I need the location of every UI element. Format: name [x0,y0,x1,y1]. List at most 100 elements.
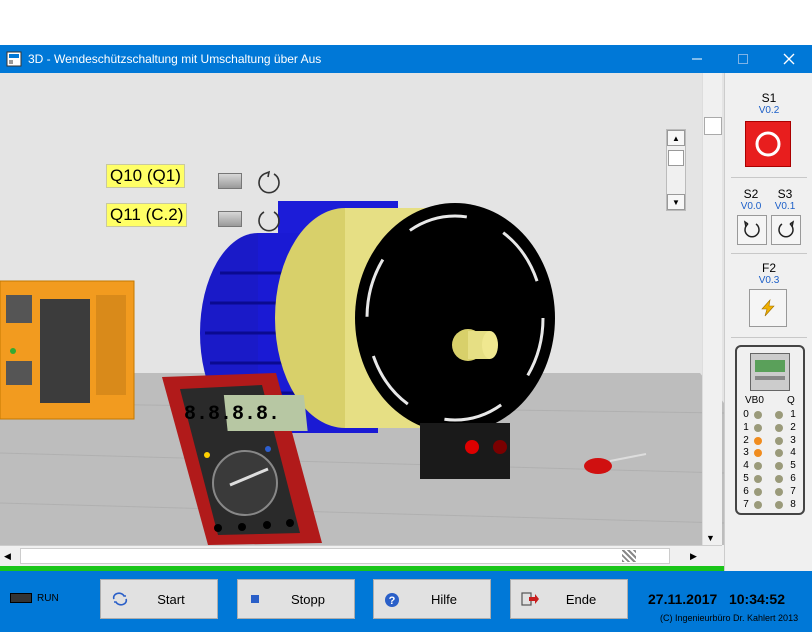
stop-button[interactable]: Stopp [237,579,355,619]
input-led [754,475,762,483]
input-number: 4 [743,460,749,472]
q10-status-indicator [218,173,242,189]
input-led [754,423,762,432]
s1-label: S1 [761,91,777,105]
f2-button[interactable] [749,289,787,327]
title-bar: 3D - Wendeschützschaltung mit Umschaltun… [0,45,812,73]
s1-address: V0.2 [758,105,780,116]
io-header-outputs: Q [787,395,795,406]
3d-viewport[interactable]: 8.8.8.8. Q10 (Q1) Q11 (C.2) ▲ ▼ [0,73,724,545]
stop-square-icon [251,595,259,603]
scroll-right-arrow[interactable]: ▶ [690,551,697,562]
scroll-grip [622,550,636,562]
help-icon: ? [385,593,399,607]
close-button[interactable] [766,45,812,73]
input-led [754,462,762,471]
label-q11: Q11 (C.2) [106,203,188,227]
plc-device [0,280,135,420]
scroll-left-arrow[interactable]: ◀ [4,551,11,562]
input-led [754,449,762,458]
svg-text:?: ? [389,595,396,607]
horizontal-scroll-thumb[interactable] [20,548,670,564]
maximize-button[interactable] [720,45,766,73]
vertical-scroll-thumb[interactable] [704,117,722,135]
window-title: 3D - Wendeschützschaltung mit Umschaltun… [28,52,322,66]
output-led [775,462,783,471]
s3-button[interactable] [771,215,801,245]
3d-scene: 8.8.8.8. [0,73,724,545]
rotate-icon-q11 [258,211,280,232]
end-button[interactable]: Ende [510,579,628,619]
input-led [754,500,762,509]
viewport-horizontal-scrollbar[interactable]: ◀ ▶ [0,545,722,565]
datetime: 27.11.2017 10:34:52 [648,591,786,607]
zoom-scrollbar[interactable]: ▲ ▼ [666,129,686,211]
output-number: 5 [790,460,796,472]
maximize-icon [738,54,748,64]
input-number: 0 [743,409,749,420]
rotate-right-icon [778,220,795,238]
run-label: RUN [37,593,59,604]
start-button[interactable]: Start [100,579,218,619]
multimeter-display: 8.8.8.8. [184,403,280,426]
output-led [775,436,783,445]
stop-circle-icon [755,131,781,157]
io-header-inputs: VB0 [745,395,764,406]
lightning-icon [761,299,775,317]
copyright: (C) Ingenieurbüro Dr. Kahlert 2013 [660,613,799,623]
output-number: 7 [790,485,796,497]
help-button[interactable]: ? Hilfe [373,579,491,619]
app-window: 3D - Wendeschützschaltung mit Umschaltun… [0,45,812,632]
input-number: 2 [743,434,749,446]
close-icon [783,53,795,65]
f2-label: F2 [761,261,776,275]
app-icon [6,51,22,67]
input-number: 3 [743,447,749,459]
s1-stop-button[interactable] [745,121,791,167]
input-number: 1 [743,421,749,433]
output-number: 3 [790,434,796,446]
output-led [775,487,783,496]
output-number: 2 [790,421,796,433]
input-led [754,487,762,496]
s2-button[interactable] [737,215,767,245]
s3-label: S3 [777,187,793,201]
window-controls [674,45,812,73]
zoom-thumb[interactable] [668,150,684,166]
label-q10: Q10 (Q1) [106,164,185,188]
f2-address: V0.3 [758,275,780,286]
plc-module-icon [750,353,790,391]
output-led [775,500,783,509]
output-number: 8 [790,498,796,510]
input-number: 5 [743,473,749,484]
q11-status-indicator [218,211,242,227]
loop-icon [112,592,128,606]
scroll-down-arrow[interactable]: ▼ [706,533,715,543]
zoom-down-arrow[interactable]: ▼ [667,194,685,210]
separator [731,177,807,178]
input-led [754,436,762,445]
input-number: 7 [743,498,749,510]
output-led [775,411,783,419]
run-indicator [10,593,32,603]
output-number: 1 [790,409,796,420]
output-number: 6 [790,473,796,484]
separator [731,253,807,254]
zoom-up-arrow[interactable]: ▲ [667,130,685,146]
s3-address: V0.1 [774,201,796,212]
separator [731,337,807,338]
output-led [775,423,783,432]
minimize-icon [692,58,702,60]
exit-icon [521,592,539,606]
control-panel: S1 V0.2 S2 V0.0 S3 V0.1 F2 V0.3 VB0 Q 0 … [724,73,812,571]
output-led [775,449,783,458]
input-number: 6 [743,485,749,497]
minimize-button[interactable] [674,45,720,73]
rotate-icon-q10 [258,170,280,194]
rotate-left-icon [743,220,760,238]
viewport-vertical-scrollbar[interactable]: ▼ [702,73,722,545]
bottom-toolbar: RUN Start Stopp ? Hilfe Ende 27.11.2017 … [0,571,812,632]
input-led [754,411,762,419]
plc-io-panel: VB0 Q 0112233445566778 [735,345,805,515]
output-led [775,475,783,483]
